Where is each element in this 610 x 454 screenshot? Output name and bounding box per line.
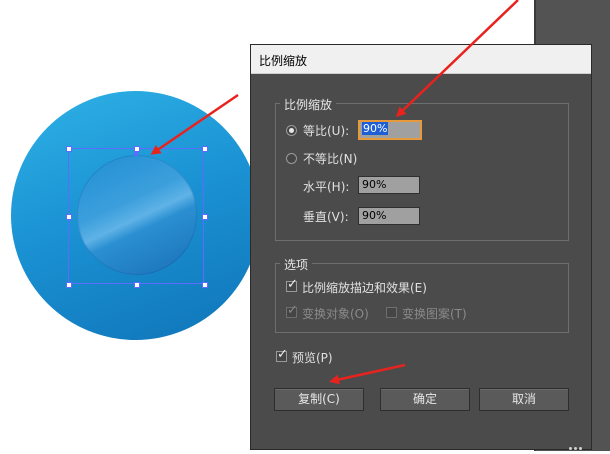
options-group-label: 选项	[280, 256, 313, 273]
vertical-scale-input[interactable]: 90%	[358, 207, 420, 225]
handle-bottom-right[interactable]	[202, 282, 208, 288]
preview-label: 预览(P)	[292, 351, 333, 365]
transform-objects-label: 变换对象(O)	[302, 307, 369, 321]
handle-middle-left[interactable]	[66, 214, 72, 220]
scale-strokes-checkbox[interactable]: ✓	[286, 277, 298, 292]
ok-button[interactable]: 确定	[380, 388, 470, 411]
uniform-radio[interactable]	[286, 125, 297, 136]
handle-top-left[interactable]	[66, 146, 72, 152]
checkmark-icon: ✓	[287, 303, 298, 318]
scale-strokes-label: 比例缩放描边和效果(E)	[302, 281, 427, 295]
transform-objects-checkbox[interactable]: ✓	[286, 303, 298, 318]
options-group	[275, 263, 569, 333]
transform-patterns-label: 变换图案(T)	[402, 307, 467, 321]
cancel-button[interactable]: 取消	[479, 388, 569, 411]
anchor-point	[134, 152, 138, 156]
radio-selected-icon	[289, 128, 294, 133]
non-uniform-label: 不等比(N)	[303, 152, 358, 166]
transform-patterns-checkbox[interactable]	[386, 307, 397, 318]
handle-bottom-left[interactable]	[66, 282, 72, 288]
dialog-title: 比例缩放	[259, 54, 308, 68]
checkmark-icon: ✓	[277, 347, 288, 362]
selection-bounding-box[interactable]	[68, 148, 204, 284]
handle-bottom-center[interactable]	[134, 282, 140, 288]
horizontal-scale-input[interactable]: 90%	[358, 176, 420, 194]
uniform-scale-input[interactable]: 90%	[358, 120, 422, 140]
handle-top-right[interactable]	[202, 146, 208, 152]
non-uniform-radio[interactable]	[286, 153, 297, 164]
horizontal-label: 水平(H):	[303, 180, 350, 194]
copy-button[interactable]: 复制(C)	[274, 388, 364, 411]
dialog-body: 比例缩放 等比(U): 90% 不等比(N) 水平(H): 90% 垂直(V):…	[251, 74, 591, 450]
preview-checkbox[interactable]: ✓	[276, 347, 288, 362]
vertical-label: 垂直(V):	[303, 210, 349, 224]
checkmark-icon: ✓	[287, 277, 298, 292]
dialog-titlebar[interactable]: 比例缩放	[251, 45, 591, 74]
scale-dialog: 比例缩放 比例缩放 等比(U): 90% 不等比(N) 水平(H): 90% 垂…	[250, 44, 592, 450]
resize-grip-icon[interactable]	[569, 435, 587, 450]
uniform-label: 等比(U):	[303, 124, 350, 138]
scale-group-label: 比例缩放	[280, 96, 337, 113]
uniform-scale-value: 90%	[362, 122, 389, 135]
handle-middle-right[interactable]	[202, 214, 208, 220]
